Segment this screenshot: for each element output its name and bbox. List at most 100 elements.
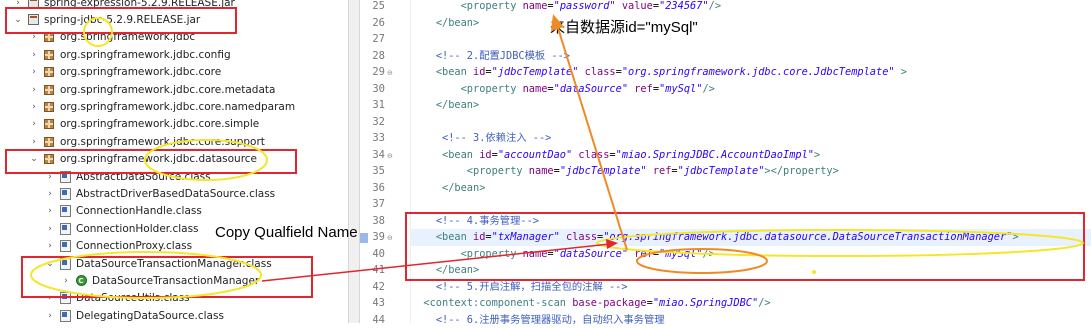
class-file-icon: [58, 222, 72, 235]
class-file-icon: [58, 292, 72, 305]
expanded-chevron-icon[interactable]: ⌄: [44, 259, 56, 269]
code-line[interactable]: <bean id="txManager" class="org.springfr…: [411, 229, 1091, 246]
code-line[interactable]: <property name="jdbcTemplate" ref="jdbcT…: [411, 163, 839, 180]
package-icon: [42, 84, 56, 96]
code-token: "dataSource": [553, 82, 629, 95]
code-token: "accountDao": [497, 148, 573, 161]
collapsed-chevron-icon[interactable]: ›: [28, 137, 40, 147]
line-number: 27: [372, 33, 385, 45]
class-file-icon: [58, 257, 72, 270]
code-line[interactable]: </bean>: [411, 180, 485, 197]
tree-row[interactable]: ⌄ spring-jdbc-5.2.9.RELEASE.jar: [0, 11, 200, 28]
tree-row[interactable]: › org.springframework.jdbc.core.support: [0, 133, 265, 150]
collapsed-chevron-icon[interactable]: ›: [28, 119, 40, 129]
code-token: "jdbcTemplate": [559, 165, 647, 177]
code-line[interactable]: <!-- 3.依赖注入 -->: [411, 130, 551, 147]
panel-divider[interactable]: [348, 0, 360, 323]
code-token: base-package: [572, 297, 647, 309]
code-line[interactable]: </bean>: [411, 15, 479, 32]
code-token: >: [1012, 231, 1019, 243]
tree-row-label: ConnectionProxy.class: [76, 240, 193, 253]
collapsed-chevron-icon[interactable]: ›: [28, 67, 40, 77]
code-token: />: [758, 297, 771, 309]
tree-row[interactable]: › DataSourceUtils.class: [0, 290, 190, 307]
collapsed-chevron-icon[interactable]: ›: [44, 189, 56, 199]
tree-row[interactable]: › C DataSourceTransactionManager: [0, 272, 259, 289]
collapsed-chevron-icon[interactable]: ›: [44, 311, 56, 321]
tree-row[interactable]: › ConnectionHandle.class: [0, 203, 202, 220]
code-token: name: [522, 247, 548, 260]
tree-row[interactable]: ⌄ org.springframework.jdbc.datasource: [0, 151, 257, 168]
collapsed-chevron-icon[interactable]: ›: [44, 172, 56, 182]
tree-row[interactable]: › org.springframework.jdbc.core: [0, 64, 221, 81]
tree-row[interactable]: › org.springframework.jdbc.core.namedpara…: [0, 98, 295, 115]
tree-row[interactable]: › AbstractDriverBasedDataSource.class: [0, 185, 275, 202]
line-number: 30: [372, 82, 385, 95]
code-line[interactable]: <bean id="accountDao" class="miao.Spring…: [411, 147, 820, 164]
collapsed-chevron-icon[interactable]: ›: [12, 0, 24, 8]
tree-row[interactable]: › org.springframework.jdbc.core.simple: [0, 116, 259, 133]
code-line[interactable]: <!-- 2.配置JDBC模板 -->: [411, 48, 570, 65]
class-file-icon: [58, 187, 72, 200]
line-number: 37: [372, 198, 385, 210]
code-line[interactable]: </bean>: [411, 262, 479, 279]
tree-row[interactable]: ⌄ DataSourceTransactionManager.class: [0, 255, 272, 272]
code-token: <property: [466, 165, 529, 177]
tree-row[interactable]: › org.springframework.jdbc.core.metadata: [0, 81, 275, 98]
tree-row[interactable]: › spring-expression-5.2.9.RELEASE.jar: [0, 0, 235, 11]
code-token: <bean: [435, 66, 474, 78]
code-line[interactable]: <property name="password" value="234567"…: [411, 0, 721, 15]
code-line[interactable]: <!-- 4.事务管理-->: [411, 213, 539, 230]
line-number: 36: [372, 181, 385, 194]
code-line[interactable]: <!-- 6.注册事务管理器驱动，自动织入事务管理: [411, 312, 665, 329]
tree-row[interactable]: › org.springframework.jdbc: [0, 29, 195, 46]
code-line[interactable]: <context:component-scan base-package="mi…: [411, 295, 771, 312]
collapsed-chevron-icon[interactable]: ›: [28, 32, 40, 42]
code-token: <!-- 4.事务管理-->: [435, 214, 539, 227]
expanded-chevron-icon[interactable]: ⌄: [28, 154, 40, 164]
fold-toggle-icon[interactable]: ⊖: [387, 152, 393, 160]
collapsed-chevron-icon[interactable]: ›: [28, 102, 40, 112]
collapsed-chevron-icon[interactable]: ›: [60, 276, 72, 286]
collapsed-chevron-icon[interactable]: ›: [28, 50, 40, 60]
tree-row[interactable]: › AbstractDataSource.class: [0, 168, 211, 185]
code-token: "org.springframework.jdbc.core.JdbcTempl…: [621, 66, 895, 78]
tree-row-label: org.springframework.jdbc.core.namedparam: [60, 100, 296, 113]
code-token: "mySql": [659, 82, 703, 95]
code-token: <bean: [442, 148, 480, 161]
tree-row[interactable]: › ConnectionProxy.class: [0, 238, 192, 255]
collapsed-chevron-icon[interactable]: ›: [44, 206, 56, 216]
tree-row[interactable]: › org.springframework.jdbc.config: [0, 46, 230, 63]
code-line[interactable]: <!-- 5.开启注解，扫描全包的注解 -->: [411, 279, 628, 296]
code-line[interactable]: <bean id="jdbcTemplate" class="org.sprin…: [411, 64, 907, 81]
code-line[interactable]: </bean>: [411, 97, 479, 114]
tree-row[interactable]: › ConnectionHolder.class: [0, 220, 199, 237]
code-token: ></property>: [764, 165, 839, 177]
expanded-chevron-icon[interactable]: ⌄: [12, 15, 24, 25]
line-number: 33: [372, 132, 385, 144]
fold-toggle-icon[interactable]: ⊖: [387, 69, 393, 77]
line-number: 31: [372, 99, 385, 111]
code-line[interactable]: <property name="dataSource" ref="mySql"/…: [411, 246, 715, 263]
xml-editor[interactable]: <property name="password" value="234567"…: [410, 0, 1091, 326]
collapsed-chevron-icon[interactable]: ›: [28, 85, 40, 95]
fold-toggle-icon[interactable]: ⊖: [387, 234, 393, 242]
code-line[interactable]: <property name="dataSource" ref="mySql"/…: [411, 81, 715, 98]
collapsed-chevron-icon[interactable]: ›: [44, 293, 56, 303]
line-number: 41: [372, 264, 385, 276]
collapsed-chevron-icon[interactable]: ›: [44, 224, 56, 234]
code-token: <!-- 2.配置JDBC模板 -->: [435, 49, 570, 62]
collapsed-chevron-icon[interactable]: ›: [44, 241, 56, 251]
tree-row[interactable]: › DelegatingDataSource.class: [0, 307, 224, 323]
class-file-icon: [58, 170, 72, 183]
package-icon: [42, 101, 56, 113]
code-token: ref: [652, 165, 672, 177]
